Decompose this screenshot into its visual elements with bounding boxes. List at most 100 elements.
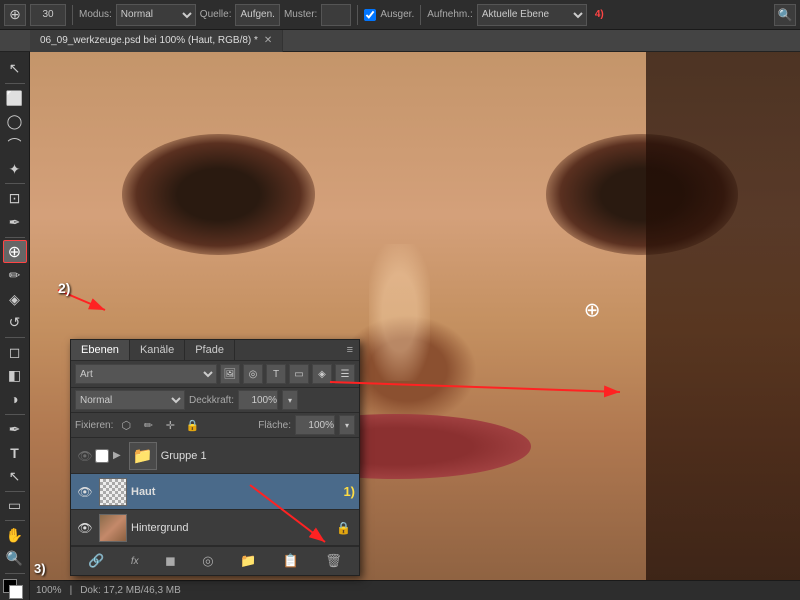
layer-thumb-haut: [99, 478, 127, 506]
layers-list: 👁 ▶ 📁 Gruppe 1 👁 Haut: [71, 438, 359, 546]
divider-1: [72, 5, 73, 25]
layer-smartobj-filter-btn[interactable]: ◈: [312, 364, 332, 384]
layer-eye-haut[interactable]: 👁: [75, 485, 95, 499]
brush-size-input[interactable]: 30: [30, 4, 66, 26]
layer-checkbox-gruppe1[interactable]: [95, 449, 109, 463]
toolbar-brush-icon: ⊕: [4, 4, 26, 26]
layer-thumb-gruppe1: 📁: [129, 442, 157, 470]
zoom-level: 100%: [36, 585, 62, 596]
lock-paint-btn[interactable]: ✏: [139, 416, 157, 434]
lock-all-btn[interactable]: 🔒: [183, 416, 201, 434]
blend-opacity-row: Normal Deckkraft: ▾: [71, 388, 359, 413]
aufnehm-select[interactable]: Aktuelle Ebene: [477, 4, 587, 26]
layer-name-gruppe1: Gruppe 1: [161, 450, 355, 462]
tab-ebenen[interactable]: Ebenen: [71, 340, 130, 360]
magic-select-tool[interactable]: ✦: [3, 158, 27, 181]
shape-tool[interactable]: ▭: [3, 495, 27, 518]
eraser-tool[interactable]: ◻: [3, 341, 27, 364]
brush-tool[interactable]: ✏: [3, 264, 27, 287]
fill-dropdown-arrow[interactable]: ▾: [339, 415, 355, 435]
tool-sep-3: [5, 237, 25, 238]
blend-mode-select[interactable]: Normal: [75, 390, 185, 410]
quelle-label: Quelle:: [200, 9, 232, 20]
ausger-label: Ausger.: [380, 9, 414, 20]
panel-menu-btn[interactable]: ☰: [335, 364, 355, 384]
lock-move-btn[interactable]: ✛: [161, 416, 179, 434]
aufnehm-label: Aufnehm.:: [427, 9, 473, 20]
zoom-tool[interactable]: 🔍: [3, 548, 27, 571]
canvas-status-bar: 100% | Dok: 17,2 MB/46,3 MB: [30, 580, 800, 600]
history-brush-tool[interactable]: ↺: [3, 311, 27, 334]
canvas-area[interactable]: ⊕ 2) 3): [30, 52, 800, 600]
muster-button[interactable]: [321, 4, 351, 26]
tab-pfade[interactable]: Pfade: [185, 340, 235, 360]
stamp-tool[interactable]: ◈: [3, 288, 27, 311]
panel-header: Ebenen Kanäle Pfade ≡: [71, 340, 359, 361]
fill-label: Fläche:: [258, 420, 291, 431]
move-tool[interactable]: ↖: [3, 56, 27, 80]
layers-search-row: Art 🖼 ◎ T ▭ ◈ ☰: [71, 361, 359, 388]
rect-select-tool[interactable]: ⬜: [3, 87, 27, 110]
color-swatches[interactable]: [3, 579, 27, 600]
layer-icon-filter-btn[interactable]: 🖼: [220, 364, 240, 384]
gradient-tool[interactable]: ◧: [3, 365, 27, 388]
layer-name-hintergrund: Hintergrund: [131, 522, 336, 534]
fill-input[interactable]: [295, 415, 335, 435]
delete-layer-btn[interactable]: 🗑: [321, 551, 346, 571]
layer-row-haut[interactable]: 👁 Haut 1): [71, 474, 359, 510]
healing-brush-tool[interactable]: ⊕: [3, 240, 27, 263]
layer-row-gruppe1[interactable]: 👁 ▶ 📁 Gruppe 1: [71, 438, 359, 474]
tab-close-button[interactable]: ✕: [264, 35, 272, 46]
main-toolbar: ⊕ 30 Modus: Normal Quelle: Aufgen. Muste…: [0, 0, 800, 30]
ausger-checkbox[interactable]: [364, 9, 376, 21]
panel-options-button[interactable]: ≡: [341, 340, 359, 360]
layer-shape-filter-btn[interactable]: ▭: [289, 364, 309, 384]
crop-tool[interactable]: ⊡: [3, 187, 27, 210]
fix-row: Fixieren: ⬡ ✏ ✛ 🔒 Fläche: ▾: [71, 413, 359, 438]
doc-size: Dok: 17,2 MB/46,3 MB: [80, 585, 181, 596]
divider-3: [420, 5, 421, 25]
tool-sep-1: [5, 83, 25, 84]
add-mask-btn[interactable]: ◼: [161, 551, 180, 571]
divider-2: [357, 5, 358, 25]
blur-tool[interactable]: ◑: [3, 388, 27, 411]
path-select-tool[interactable]: ↖: [3, 465, 27, 488]
layer-eye-hintergrund[interactable]: 👁: [75, 521, 95, 535]
add-group-btn[interactable]: 📁: [236, 551, 260, 571]
modus-label: Modus:: [79, 9, 112, 20]
annotation-3: 3): [34, 561, 46, 576]
layer-thumb-hintergrund: [99, 514, 127, 542]
layer-text-filter-btn[interactable]: T: [266, 364, 286, 384]
tool-sep-7: [5, 520, 25, 521]
layer-row-hintergrund[interactable]: 👁 Hintergrund 🔒: [71, 510, 359, 546]
opacity-label: Deckkraft:: [189, 395, 234, 406]
opacity-input[interactable]: [238, 390, 278, 410]
hand-tool[interactable]: ✋: [3, 524, 27, 547]
aufgen-button[interactable]: Aufgen.: [235, 4, 279, 26]
text-tool[interactable]: T: [3, 441, 27, 464]
eyedropper-tool[interactable]: ✒: [3, 211, 27, 234]
tool-sep-4: [5, 337, 25, 338]
pen-tool[interactable]: ✒: [3, 418, 27, 441]
add-layer-btn[interactable]: 📋: [279, 551, 303, 571]
lock-transparent-btn[interactable]: ⬡: [117, 416, 135, 434]
add-adjustment-btn[interactable]: ◎: [198, 551, 217, 571]
lasso-tool[interactable]: ⌒: [3, 134, 27, 157]
layer-type-filter[interactable]: Art: [75, 364, 217, 384]
layer-adj-filter-btn[interactable]: ◎: [243, 364, 263, 384]
tool-sep-8: [5, 573, 25, 574]
tab-kanaele[interactable]: Kanäle: [130, 340, 185, 360]
ellipse-select-tool[interactable]: ◯: [3, 111, 27, 134]
layers-footer: 🔗 fx ◼ ◎ 📁 📋 🗑: [71, 546, 359, 575]
annotation-1: 1): [343, 484, 355, 499]
fx-btn[interactable]: fx: [127, 554, 143, 569]
document-tab[interactable]: 06_09_werkzeuge.psd bei 100% (Haut, RGB/…: [30, 30, 283, 52]
tool-sep-6: [5, 491, 25, 492]
modus-select[interactable]: Normal: [116, 4, 196, 26]
layer-expand-gruppe1[interactable]: ▶: [113, 450, 121, 461]
link-layers-btn[interactable]: 🔗: [84, 551, 108, 571]
main-area: ↖ ⬜ ◯ ⌒ ✦ ⊡ ✒ ⊕ ✏ ◈ ↺ ◻ ◧ ◑ ✒ T ↖ ▭ ✋ 🔍: [0, 52, 800, 600]
opacity-dropdown-arrow[interactable]: ▾: [282, 390, 298, 410]
layer-eye-gruppe1[interactable]: 👁: [75, 449, 95, 463]
search-toolbar-icon[interactable]: 🔍: [774, 4, 796, 26]
